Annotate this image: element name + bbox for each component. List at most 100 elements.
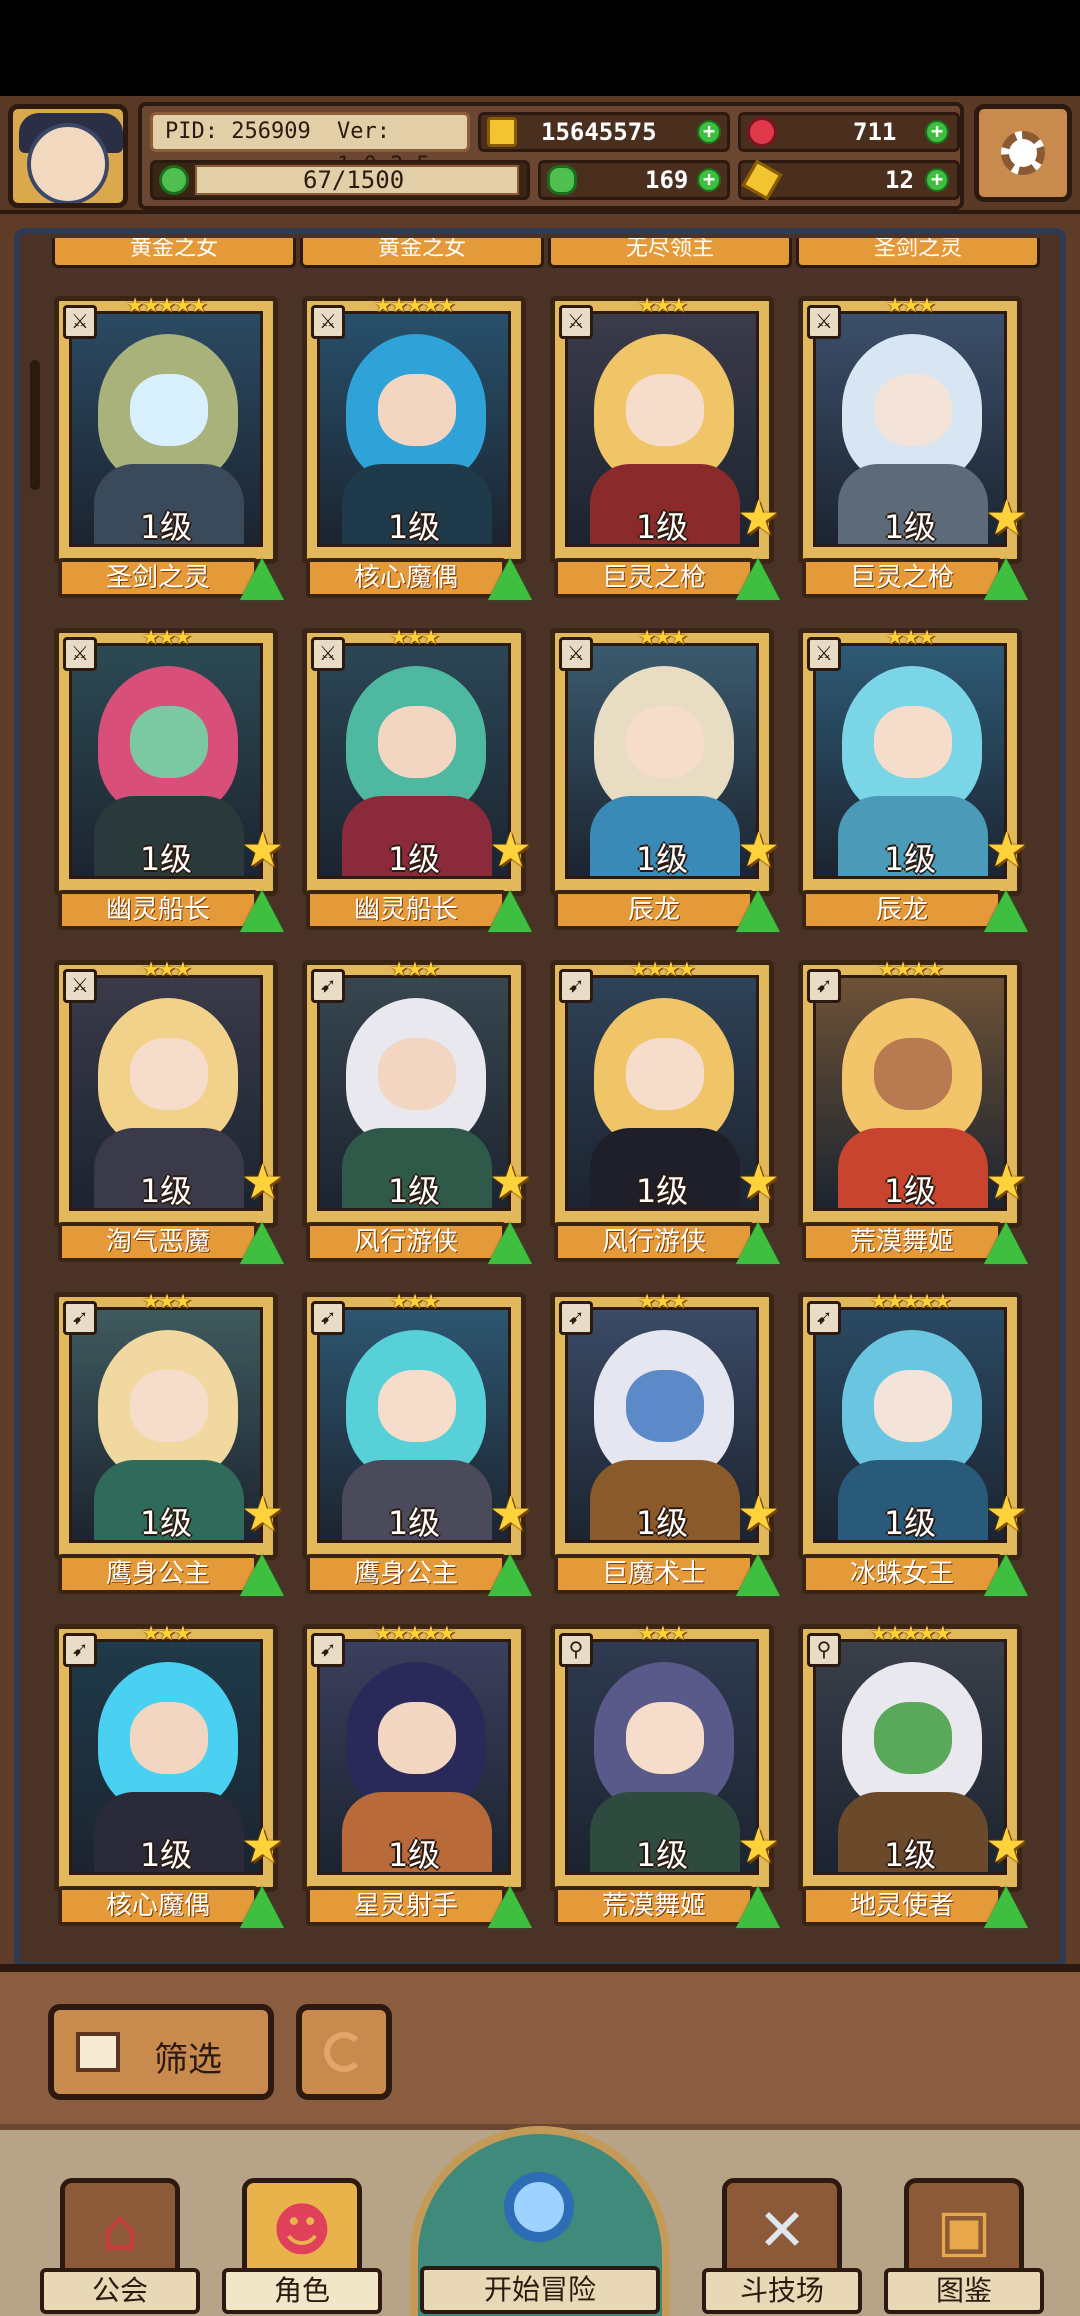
- character-portrait: 1级: [69, 1307, 263, 1543]
- upgrade-arrow-icon[interactable]: [736, 1222, 780, 1264]
- character-card[interactable]: 1级 ➹ ★★★ ★ 鹰身公主: [302, 1289, 532, 1600]
- partial-card-label[interactable]: 黄金之女: [52, 238, 296, 268]
- upgrade-arrow-icon[interactable]: [488, 1886, 532, 1928]
- rarity-stars: ★★★: [390, 1289, 440, 1313]
- card-frame: 1级 ⚔ ★★★★★: [302, 293, 526, 564]
- upgrade-arrow-icon[interactable]: [488, 890, 532, 932]
- star-badge-icon: ★: [240, 1154, 284, 1210]
- character-portrait: 1级: [317, 975, 511, 1211]
- rarity-stars: ★★★★★: [870, 1621, 952, 1645]
- clover-plus-icon[interactable]: +: [697, 168, 721, 192]
- upgrade-arrow-icon[interactable]: [984, 1554, 1028, 1596]
- character-card[interactable]: 1级 ⚔ ★★★ ★ 辰龙: [798, 625, 1028, 936]
- upgrade-arrow-icon[interactable]: [488, 1554, 532, 1596]
- partial-card-label[interactable]: 圣剑之灵: [796, 238, 1040, 268]
- nav-arena-label: 斗技场: [702, 2268, 862, 2314]
- character-portrait: 1级: [69, 311, 263, 547]
- character-name: 圣剑之灵: [58, 558, 258, 598]
- character-card[interactable]: 1级 ⚔ ★★★★★ 核心魔偶: [302, 293, 532, 604]
- character-portrait: 1级: [69, 975, 263, 1211]
- upgrade-arrow-icon[interactable]: [984, 558, 1028, 600]
- upgrade-arrow-icon[interactable]: [984, 890, 1028, 932]
- nav-adventure-label: 开始冒险: [420, 2266, 660, 2314]
- character-card[interactable]: 1级 ⚲ ★★★★★ ★ 地灵使者: [798, 1621, 1028, 1932]
- nav-character[interactable]: ☻ 角色: [222, 2168, 382, 2314]
- character-name: 地灵使者: [802, 1886, 1002, 1926]
- upgrade-arrow-icon[interactable]: [240, 1886, 284, 1928]
- ticket-plus-icon[interactable]: +: [925, 168, 949, 192]
- partial-card-label[interactable]: 黄金之女: [300, 238, 544, 268]
- character-name: 巨灵之枪: [554, 558, 754, 598]
- partial-card-label[interactable]: 无尽领主: [548, 238, 792, 268]
- character-card[interactable]: 1级 ➹ ★★★ ★ 风行游侠: [302, 957, 532, 1268]
- star-badge-icon: ★: [240, 1486, 284, 1542]
- character-name: 幽灵船长: [58, 890, 258, 930]
- character-name: 幽灵船长: [306, 890, 506, 930]
- player-avatar[interactable]: [8, 104, 128, 208]
- nav-guild-label: 公会: [40, 2268, 200, 2314]
- star-badge-icon: ★: [736, 822, 780, 878]
- character-name: 风行游侠: [554, 1222, 754, 1262]
- nav-codex[interactable]: ▣ 图鉴: [884, 2168, 1044, 2314]
- upgrade-arrow-icon[interactable]: [240, 890, 284, 932]
- upgrade-arrow-icon[interactable]: [240, 1554, 284, 1596]
- character-portrait: 1级: [813, 1639, 1007, 1875]
- character-level: 1级: [139, 840, 193, 878]
- character-card[interactable]: 1级 ⚔ ★★★ ★ 巨灵之枪: [550, 293, 780, 604]
- scrollbar-thumb[interactable]: [30, 360, 40, 490]
- character-card[interactable]: 1级 ⚔ ★★★ ★ 淘气恶魔: [54, 957, 284, 1268]
- rarity-stars: ★★★: [638, 293, 688, 317]
- refresh-button[interactable]: [296, 2004, 392, 2100]
- character-portrait: 1级: [69, 643, 263, 879]
- star-badge-icon: ★: [736, 1154, 780, 1210]
- character-card[interactable]: 1级 ⚔ ★★★ ★ 幽灵船长: [302, 625, 532, 936]
- character-card[interactable]: 1级 ➹ ★★★ ★ 鹰身公主: [54, 1289, 284, 1600]
- character-card[interactable]: 1级 ⚔ ★★★ ★ 巨灵之枪: [798, 293, 1028, 604]
- gem-plus-icon[interactable]: +: [925, 120, 949, 144]
- nav-adventure[interactable]: 开始冒险: [410, 2126, 670, 2316]
- character-card[interactable]: 1级 ➹ ★★★★ ★ 荒漠舞姬: [798, 957, 1028, 1268]
- player-id: PID: 256909: [165, 119, 311, 144]
- character-card[interactable]: 1级 ⚔ ★★★ ★ 辰龙: [550, 625, 780, 936]
- star-badge-icon: ★: [984, 1818, 1028, 1874]
- upgrade-arrow-icon[interactable]: [488, 1222, 532, 1264]
- character-card[interactable]: 1级 ⚔ ★★★ ★ 幽灵船长: [54, 625, 284, 936]
- character-face: [626, 706, 704, 778]
- character-name: 巨魔术士: [554, 1554, 754, 1594]
- star-badge-icon: ★: [984, 822, 1028, 878]
- star-badge-icon: ★: [736, 1818, 780, 1874]
- grid-icon: [76, 2032, 120, 2072]
- upgrade-arrow-icon[interactable]: [736, 890, 780, 932]
- upgrade-arrow-icon[interactable]: [984, 1886, 1028, 1928]
- character-card[interactable]: 1级 ➹ ★★★ ★ 核心魔偶: [54, 1621, 284, 1932]
- character-face: [378, 1038, 456, 1110]
- character-card[interactable]: 1级 ➹ ★★★★ ★ 风行游侠: [550, 957, 780, 1268]
- upgrade-arrow-icon[interactable]: [488, 558, 532, 600]
- upgrade-arrow-icon[interactable]: [736, 1886, 780, 1928]
- character-level: 1级: [635, 1504, 689, 1542]
- upgrade-arrow-icon[interactable]: [240, 558, 284, 600]
- upgrade-arrow-icon[interactable]: [240, 1222, 284, 1264]
- character-face: [378, 706, 456, 778]
- upgrade-arrow-icon[interactable]: [736, 558, 780, 600]
- character-card[interactable]: 1级 ⚲ ★★★ ★ 荒漠舞姬: [550, 1621, 780, 1932]
- filter-button[interactable]: 筛选: [48, 2004, 274, 2100]
- gold-plus-icon[interactable]: +: [697, 120, 721, 144]
- card-frame: 1级 ⚔ ★★★★★: [54, 293, 278, 564]
- star-badge-icon: ★: [736, 1486, 780, 1542]
- character-level: 1级: [635, 508, 689, 546]
- character-card[interactable]: 1级 ⚔ ★★★★★ 圣剑之灵: [54, 293, 284, 604]
- character-card[interactable]: 1级 ➹ ★★★★★ ★ 冰蛛女王: [798, 1289, 1028, 1600]
- rarity-stars: ★★★★: [878, 957, 944, 981]
- star-badge-icon: ★: [240, 1818, 284, 1874]
- upgrade-arrow-icon[interactable]: [984, 1222, 1028, 1264]
- character-portrait: 1级: [69, 1639, 263, 1875]
- settings-button[interactable]: [974, 104, 1072, 202]
- character-card[interactable]: 1级 ➹ ★★★ ★ 巨魔术士: [550, 1289, 780, 1600]
- nav-arena[interactable]: ✕ 斗技场: [702, 2168, 862, 2314]
- character-portrait: 1级: [317, 311, 511, 547]
- upgrade-arrow-icon[interactable]: [736, 1554, 780, 1596]
- nav-guild[interactable]: ⌂ 公会: [40, 2168, 200, 2314]
- character-card[interactable]: 1级 ➹ ★★★★★ 星灵射手: [302, 1621, 532, 1932]
- gem-pill: 711 +: [738, 112, 960, 152]
